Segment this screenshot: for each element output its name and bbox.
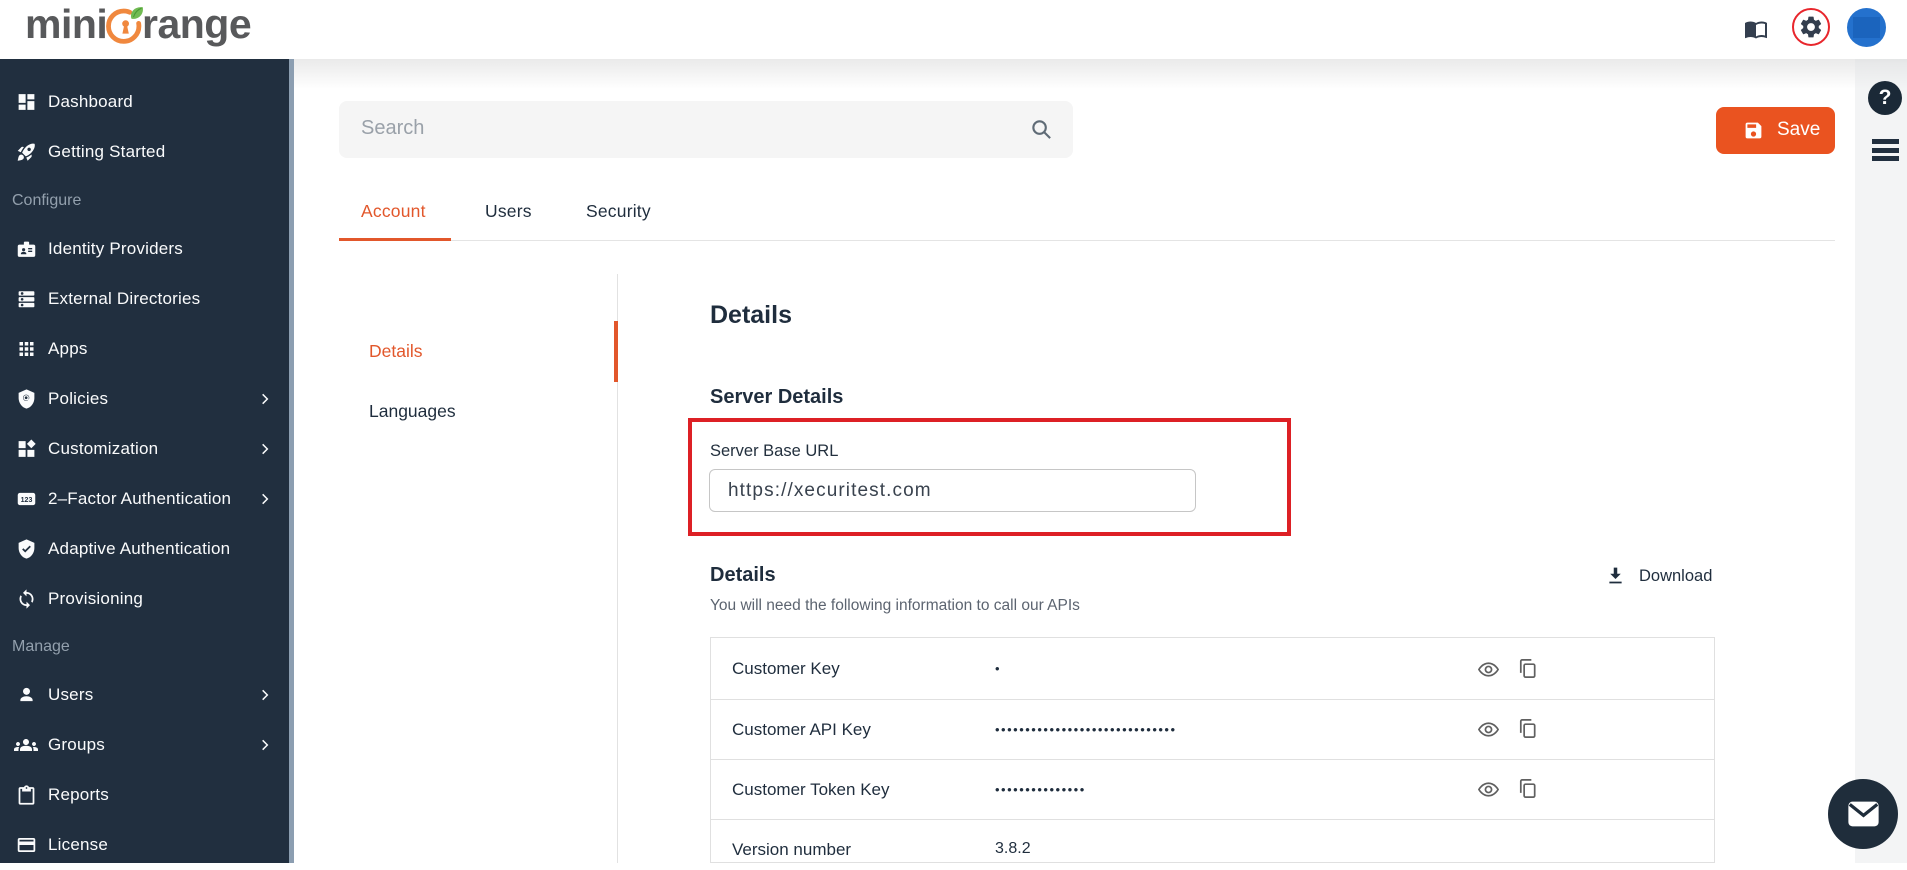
svg-text:mini: mini (25, 3, 107, 47)
svg-text:range: range (142, 3, 251, 47)
svg-text:123: 123 (21, 497, 33, 504)
